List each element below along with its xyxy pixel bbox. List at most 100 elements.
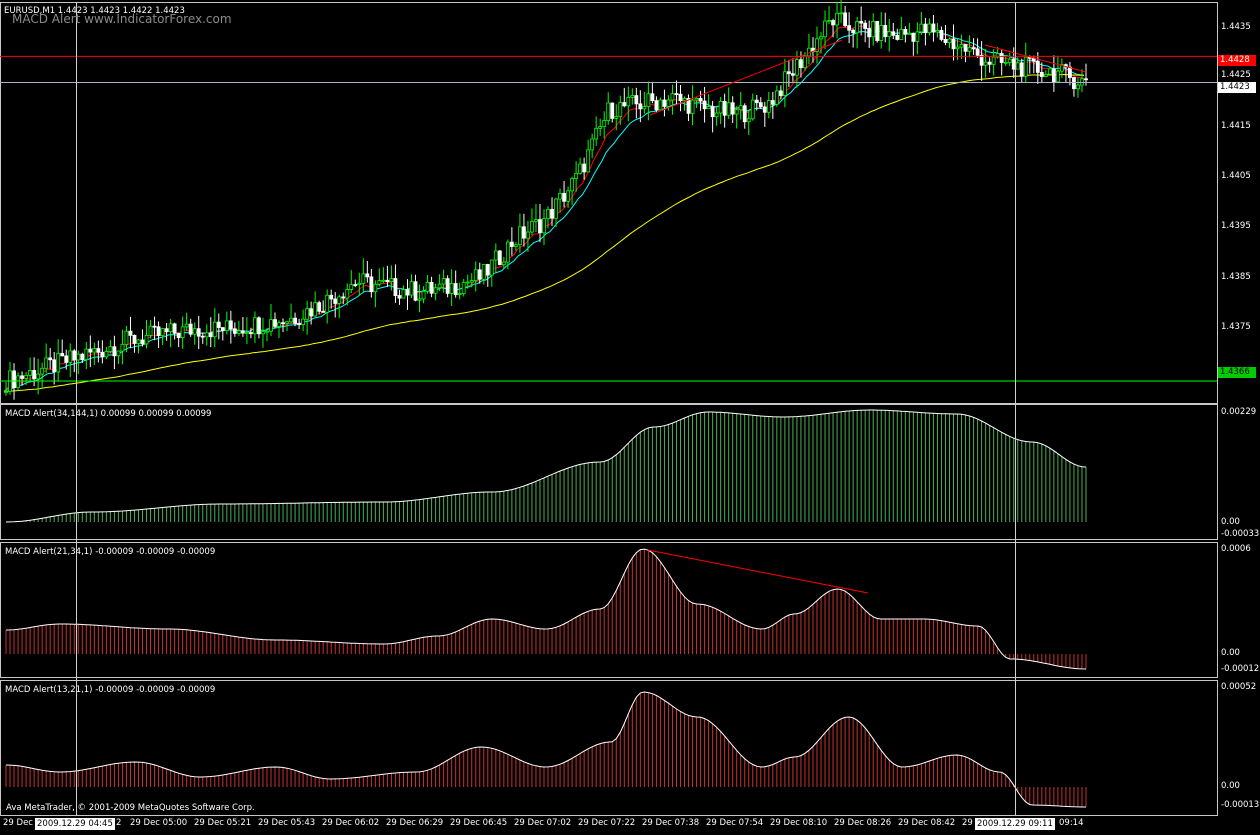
panel-2-zero-value: 0.00 bbox=[1221, 648, 1240, 658]
candle-body bbox=[393, 278, 398, 296]
candle-body bbox=[1003, 61, 1008, 64]
panel-3-top-value: 0.00052 bbox=[1221, 682, 1257, 692]
candle-body bbox=[104, 351, 109, 358]
candle-body bbox=[417, 298, 422, 301]
panel-2-bottom-value: -0.00012 bbox=[1221, 664, 1260, 674]
candle-body bbox=[216, 321, 221, 328]
candle-body bbox=[132, 334, 137, 344]
candle-body bbox=[397, 295, 402, 299]
candle-body bbox=[823, 20, 827, 38]
candle-body bbox=[606, 102, 611, 121]
candle-body bbox=[20, 375, 24, 379]
candle-body bbox=[80, 353, 85, 361]
level-tag-red[interactable]: 1.4428 bbox=[1218, 55, 1256, 66]
candle-body bbox=[128, 330, 133, 336]
candle-body bbox=[875, 21, 880, 41]
time-label: 29 Dec 05:00 bbox=[130, 818, 188, 828]
candle-body bbox=[650, 93, 655, 102]
candle-body bbox=[228, 320, 233, 330]
candle-body bbox=[518, 226, 522, 246]
candle-body bbox=[574, 172, 579, 179]
candle-body bbox=[999, 53, 1004, 63]
candle-body bbox=[770, 100, 775, 105]
candle-body bbox=[1039, 71, 1044, 77]
candle-body bbox=[373, 283, 378, 293]
candle-body bbox=[144, 334, 149, 345]
candle-body bbox=[546, 209, 550, 220]
candle-body bbox=[594, 127, 599, 140]
candle-body bbox=[706, 106, 711, 110]
time-label: 29 Dec 07:22 bbox=[578, 818, 636, 828]
candle-body bbox=[983, 61, 988, 66]
level-tag-green[interactable]: 1.4366 bbox=[1218, 367, 1256, 378]
time-label: 29 Dec 08:10 bbox=[770, 818, 828, 828]
candle-body bbox=[361, 273, 366, 284]
candle-body bbox=[289, 317, 293, 323]
candle-body bbox=[915, 31, 920, 42]
candle-body bbox=[505, 241, 510, 263]
candle-body bbox=[301, 318, 306, 325]
candle-body bbox=[481, 264, 486, 280]
candle-body bbox=[931, 23, 936, 33]
candle-body bbox=[919, 23, 924, 33]
candle-body bbox=[710, 106, 715, 118]
candle-body bbox=[654, 100, 659, 111]
candle-body bbox=[843, 12, 848, 27]
candle-body bbox=[477, 269, 482, 280]
candle-body bbox=[658, 99, 663, 111]
candle-body bbox=[28, 370, 32, 376]
candle-body bbox=[943, 39, 948, 43]
panel-1-title: MACD Alert(34,144,1) 0.00099 0.00099 0.0… bbox=[5, 409, 212, 419]
candle-body bbox=[666, 99, 671, 107]
candle-body bbox=[112, 346, 117, 357]
candle-body bbox=[678, 93, 683, 102]
candle-body bbox=[325, 294, 330, 313]
candle-body bbox=[120, 343, 125, 352]
candle-body bbox=[184, 323, 189, 328]
candle-body bbox=[176, 332, 181, 339]
candle-body bbox=[722, 101, 727, 116]
candle-body bbox=[385, 279, 390, 282]
candle-body bbox=[734, 109, 739, 115]
candle-body bbox=[285, 321, 289, 324]
candle-body bbox=[1019, 62, 1024, 77]
candle-body bbox=[329, 294, 334, 300]
candle-body bbox=[887, 31, 892, 38]
candle-body bbox=[819, 36, 823, 40]
time-label: 2 bbox=[116, 818, 122, 828]
candle-body bbox=[851, 29, 856, 34]
time-label: 29 Dec 07:54 bbox=[706, 818, 764, 828]
candle-body bbox=[108, 346, 113, 352]
candle-body bbox=[991, 56, 996, 65]
candle-body bbox=[847, 25, 852, 31]
candle-body bbox=[265, 330, 269, 333]
candle-body bbox=[353, 284, 358, 286]
candle-body bbox=[610, 102, 615, 119]
candle-body bbox=[1011, 58, 1016, 70]
candle-body bbox=[493, 250, 498, 261]
candle-body bbox=[425, 281, 430, 292]
candle-body bbox=[232, 328, 237, 334]
watermark: MACD Alert www.IndicatorForex.com bbox=[12, 12, 232, 26]
candle-body bbox=[690, 99, 695, 114]
candle-body bbox=[293, 317, 297, 324]
candle-body bbox=[903, 29, 908, 35]
macd-21-34-bar-signal bbox=[5, 548, 1087, 670]
candle-body bbox=[674, 93, 679, 96]
candle-body bbox=[682, 98, 687, 102]
candle-body bbox=[56, 353, 61, 373]
candle-body bbox=[867, 28, 872, 38]
candle-body bbox=[871, 21, 876, 38]
candle-body bbox=[1072, 77, 1076, 90]
candle-body bbox=[421, 290, 426, 300]
candle-body bbox=[381, 279, 386, 282]
candle-body bbox=[774, 90, 779, 105]
candle-body bbox=[76, 353, 81, 361]
panel-3-title: MACD Alert(13,21,1) -0.00009 -0.00009 -0… bbox=[5, 685, 216, 695]
candle-body bbox=[281, 322, 285, 325]
candle-body bbox=[987, 61, 992, 65]
candle-body bbox=[441, 278, 446, 285]
candle-body bbox=[754, 99, 759, 104]
time-label: 29 Dec 05:43 bbox=[258, 818, 316, 828]
candle-body bbox=[530, 220, 534, 233]
